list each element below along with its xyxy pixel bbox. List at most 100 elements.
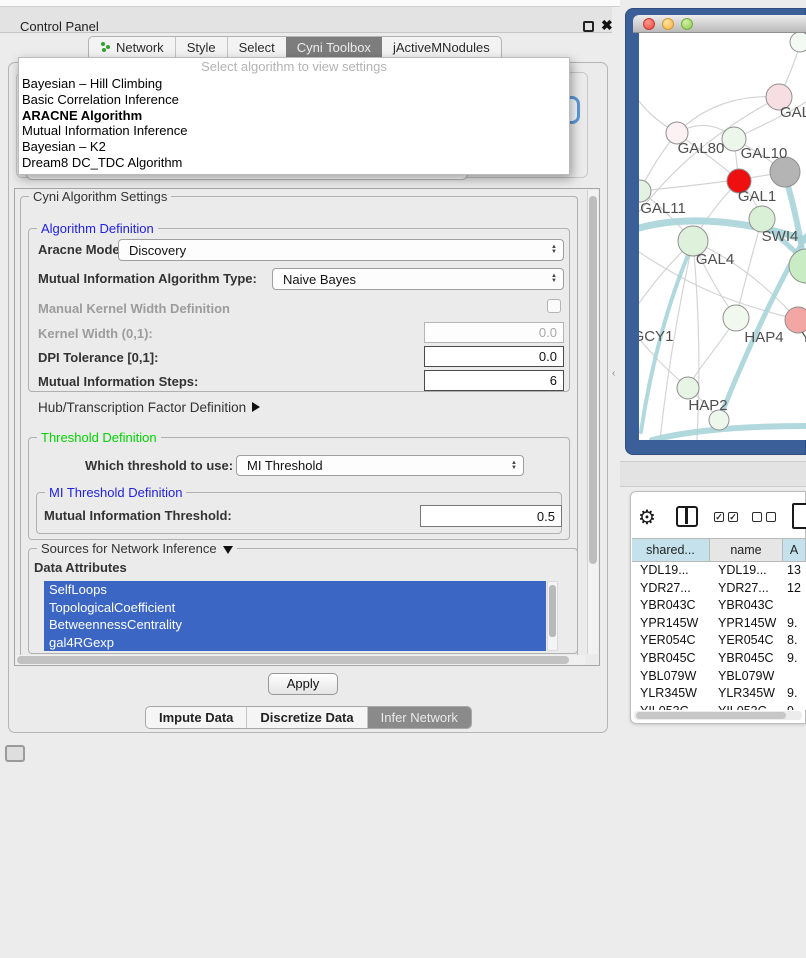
control-panel-titlebar: Control Panel ✖ bbox=[0, 7, 612, 33]
dropdown-item-mutual-information-inference[interactable]: Mutual Information Inference bbox=[19, 123, 569, 139]
network-window-titlebar[interactable] bbox=[633, 15, 806, 33]
mi-algorithm-type-value: Naive Bayes bbox=[283, 272, 356, 287]
table-cell: YDR27... bbox=[632, 580, 710, 598]
dropdown-item-bayesian-k2[interactable]: Bayesian – K2 bbox=[19, 139, 569, 155]
mi-threshold-definition-title: MI Threshold Definition bbox=[45, 485, 186, 500]
close-traffic-light[interactable] bbox=[643, 18, 655, 30]
kernel-width-label: Kernel Width (0,1): bbox=[38, 326, 153, 341]
zoom-traffic-light[interactable] bbox=[681, 18, 693, 30]
table-row[interactable]: YLR345WYLR345W9. bbox=[632, 685, 806, 703]
table-cell: YIL053C bbox=[632, 703, 710, 710]
node-label-swi4: SWI4 bbox=[762, 228, 799, 245]
table-cell: YDL19... bbox=[710, 562, 783, 580]
table-cell: YBR045C bbox=[632, 650, 710, 668]
splitter-collapse-arrow[interactable]: ‹ bbox=[612, 368, 615, 379]
columns-icon[interactable] bbox=[676, 506, 698, 527]
attributes-list-scrollbar-thumb[interactable] bbox=[549, 585, 556, 637]
mi-steps-field[interactable]: 6 bbox=[424, 370, 564, 391]
kernel-width-field: 0.0 bbox=[424, 322, 564, 343]
table-cell: YER054C bbox=[632, 632, 710, 650]
attribute-item-topologicalcoefficient[interactable]: TopologicalCoefficient bbox=[44, 599, 546, 617]
dropdown-item-bayesian-hill-climbing[interactable]: Bayesian – Hill Climbing bbox=[19, 76, 569, 92]
table-row[interactable]: YBR045CYBR045C9. bbox=[632, 650, 806, 668]
bottom-tab-infer-network[interactable]: Infer Network bbox=[367, 707, 471, 728]
minimize-traffic-light[interactable] bbox=[662, 18, 674, 30]
table-cell: 13 bbox=[783, 562, 806, 580]
table-cell: 9 bbox=[783, 703, 806, 710]
tab-label: Select bbox=[239, 37, 275, 58]
table-row[interactable]: YER054CYER054C8. bbox=[632, 632, 806, 650]
network-edge[interactable] bbox=[736, 219, 762, 318]
settings-vertical-scrollbar-thumb[interactable] bbox=[589, 196, 597, 564]
manual-kernel-width-checkbox[interactable] bbox=[547, 299, 561, 313]
attribute-item-betweennesscentrality[interactable]: BetweennessCentrality bbox=[44, 616, 546, 634]
table-cell: YDL19... bbox=[632, 562, 710, 580]
hub-section-toggle[interactable]: Hub/Transcription Factor Definition bbox=[38, 400, 260, 415]
apply-button[interactable]: Apply bbox=[268, 673, 338, 695]
sources-group-title: Sources for Network Inference bbox=[37, 541, 237, 556]
attribute-item-selfloops[interactable]: SelfLoops bbox=[44, 581, 546, 599]
table-cell: YBL079W bbox=[710, 668, 783, 686]
dropdown-item-aracne-algorithm[interactable]: ARACNE Algorithm bbox=[19, 108, 569, 124]
node-label-gal: GAL bbox=[780, 104, 806, 121]
table-row[interactable]: YBR043CYBR043C bbox=[632, 597, 806, 615]
dropdown-placeholder: Select algorithm to view settings bbox=[19, 58, 569, 76]
table-cell: YBL079W bbox=[632, 668, 710, 686]
attribute-item-gal4rgexp[interactable]: gal4RGexp bbox=[44, 634, 546, 652]
table-cell bbox=[783, 597, 806, 615]
bottom-tab-discretize-data[interactable]: Discretize Data bbox=[246, 707, 366, 728]
file-icon[interactable] bbox=[792, 503, 806, 529]
table-row[interactable]: YPR145WYPR145W9. bbox=[632, 615, 806, 633]
column-header-a[interactable]: A bbox=[783, 539, 806, 561]
dropdown-item-basic-correlation-inference[interactable]: Basic Correlation Inference bbox=[19, 92, 569, 108]
mi-threshold-field[interactable]: 0.5 bbox=[420, 505, 562, 527]
dropdown-item-dream8-dc-tdc-algorithm[interactable]: Dream8 DC_TDC Algorithm bbox=[19, 155, 569, 171]
node-label-hap2: HAP2 bbox=[688, 397, 727, 414]
table-cell: YBR045C bbox=[710, 650, 783, 668]
network-edge-thick[interactable] bbox=[652, 426, 806, 440]
mi-algorithm-type-combo[interactable]: Naive Bayes ▲▼ bbox=[272, 268, 564, 290]
tab-style[interactable]: Style bbox=[175, 37, 227, 58]
tab-select[interactable]: Select bbox=[227, 37, 286, 58]
table-header-row: shared...nameA bbox=[632, 538, 806, 562]
column-header-name[interactable]: name bbox=[710, 539, 783, 561]
table-row[interactable]: YBL079WYBL079W bbox=[632, 668, 806, 686]
dpi-tolerance-field[interactable]: 0.0 bbox=[424, 346, 564, 367]
table-cell: 12 bbox=[783, 580, 806, 598]
tab-jactivemnodules[interactable]: jActiveMNodules bbox=[382, 37, 501, 58]
which-threshold-combo[interactable]: MI Threshold ▲▼ bbox=[236, 455, 524, 476]
which-threshold-value: MI Threshold bbox=[247, 458, 323, 473]
float-window-icon[interactable] bbox=[583, 21, 594, 32]
network-node-hap2[interactable] bbox=[677, 377, 699, 399]
gear-icon[interactable]: ⚙ bbox=[638, 505, 656, 530]
checked-checkboxes-icon[interactable]: ✓ bbox=[728, 512, 738, 522]
table-cell: 8. bbox=[783, 632, 806, 650]
node-label-gal10: GAL10 bbox=[741, 145, 788, 162]
table-row[interactable]: YIL053CYIL053C9 bbox=[632, 703, 806, 710]
unchecked-checkboxes-icon[interactable] bbox=[766, 512, 776, 522]
network-node[interactable] bbox=[789, 249, 806, 283]
panel-corner-icon[interactable] bbox=[5, 745, 25, 762]
cyni-algorithm-settings-title: Cyni Algorithm Settings bbox=[29, 189, 171, 204]
unchecked-checkboxes-icon[interactable] bbox=[752, 512, 762, 522]
aracne-mode-combo[interactable]: Discovery ▲▼ bbox=[118, 239, 564, 261]
checked-checkboxes-icon[interactable]: ✓ bbox=[714, 512, 724, 522]
table-row[interactable]: YDL19...YDL19...13 bbox=[632, 562, 806, 580]
column-header-shared[interactable]: shared... bbox=[632, 539, 710, 561]
table-rows: YDL19...YDL19...13YDR27...YDR27...12YBR0… bbox=[632, 562, 806, 710]
table-horizontal-scrollbar-thumb[interactable] bbox=[636, 712, 786, 719]
network-canvas[interactable]: GALGAL80GAL10GAL1GAL11SWI4GAL4GCY1HAP4YH… bbox=[639, 33, 806, 440]
table-row[interactable]: YDR27...YDR27...12 bbox=[632, 580, 806, 598]
combo-spinner-icon: ▲▼ bbox=[551, 274, 557, 284]
tab-label: Network bbox=[116, 37, 164, 58]
settings-horizontal-scrollbar-thumb[interactable] bbox=[17, 656, 569, 664]
mi-algorithm-type-label: Mutual Information Algorithm Type: bbox=[38, 271, 257, 286]
tab-network[interactable]: Network bbox=[89, 37, 175, 58]
network-node-hap4[interactable] bbox=[723, 305, 749, 331]
close-icon[interactable]: ✖ bbox=[601, 17, 613, 34]
tab-cyni-toolbox[interactable]: Cyni Toolbox bbox=[286, 37, 382, 58]
network-node[interactable] bbox=[790, 33, 806, 52]
data-attributes-list: SelfLoopsTopologicalCoefficientBetweenne… bbox=[44, 581, 546, 651]
tab-bar: Network Style Select Cyni ToolboxjActiveMNo… bbox=[88, 36, 502, 59]
bottom-tab-impute-data[interactable]: Impute Data bbox=[146, 707, 246, 728]
